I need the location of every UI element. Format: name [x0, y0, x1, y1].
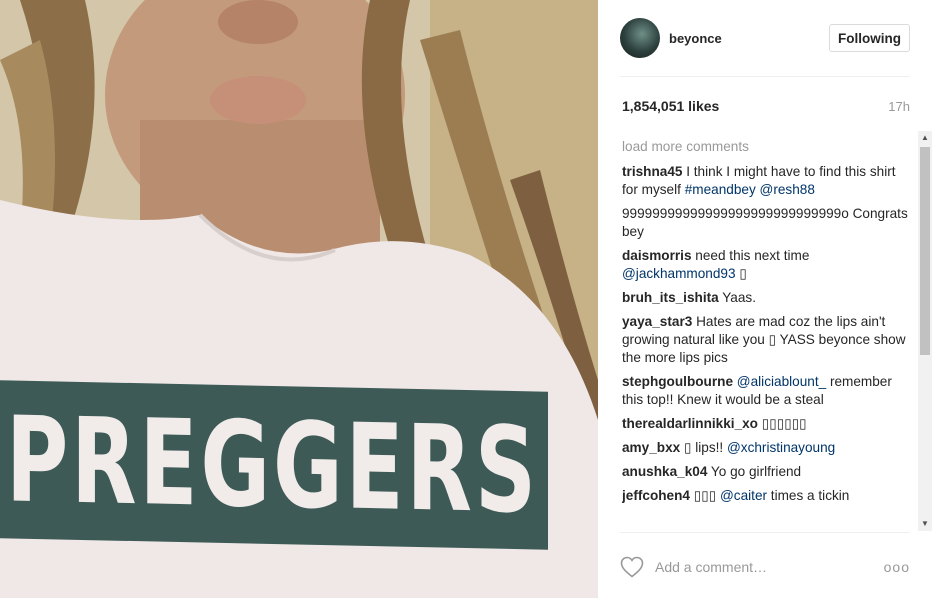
- comment-username[interactable]: bruh_its_ishita: [622, 290, 719, 305]
- comment-text: ▯▯▯▯▯▯: [758, 416, 807, 431]
- comment-text: need this next time: [691, 248, 810, 263]
- comment-username[interactable]: amy_bxx: [622, 440, 680, 455]
- comment-username[interactable]: jeffcohen4: [622, 488, 690, 503]
- comment-username[interactable]: daismorris: [622, 248, 692, 263]
- comment-text: ▯ lips!!: [680, 440, 727, 455]
- comment-item: amy_bxx ▯ lips!! @xchristinayoung: [622, 439, 908, 457]
- comment-username[interactable]: trishna45: [622, 164, 682, 179]
- comment-item: 99999999999999999999999999999o Congrats …: [622, 205, 908, 241]
- likes-count[interactable]: 1,854,051 likes: [622, 98, 719, 114]
- footer-divider: [620, 532, 910, 533]
- comments-list: load more comments trishna45 I think I m…: [622, 138, 908, 531]
- post-header: beyonce Following: [620, 16, 910, 60]
- comment-username[interactable]: therealdarlinnikki_xo: [622, 416, 758, 431]
- comment-username[interactable]: yaya_star3: [622, 314, 692, 329]
- scrollbar-thumb[interactable]: [920, 147, 930, 355]
- comment-item: jeffcohen4 ▯▯▯ @caiter times a tickin: [622, 487, 908, 505]
- comment-username[interactable]: anushka_k04: [622, 464, 707, 479]
- post-username[interactable]: beyonce: [669, 31, 829, 46]
- shirt-print-band: PREGGERS: [0, 380, 548, 550]
- comment-mention-link[interactable]: @caiter: [720, 488, 767, 503]
- comment-item: daismorris need this next time @jackhamm…: [622, 247, 908, 283]
- comment-item: anushka_k04 Yo go girlfriend: [622, 463, 908, 481]
- comment-text: Yaas.: [718, 290, 756, 305]
- load-more-comments-link[interactable]: load more comments: [622, 138, 908, 156]
- comment-mention-link[interactable]: @aliciablount_: [737, 374, 826, 389]
- comment-item: therealdarlinnikki_xo ▯▯▯▯▯▯: [622, 415, 908, 433]
- more-options-icon[interactable]: ooo: [884, 559, 910, 575]
- comment-text: ▯▯▯: [689, 488, 720, 503]
- avatar[interactable]: [620, 18, 660, 58]
- heart-outline-icon[interactable]: [620, 556, 644, 578]
- comment-mention-link[interactable]: @jackhammond93: [622, 266, 736, 281]
- scroll-down-arrow-icon[interactable]: ▼: [918, 517, 932, 531]
- comment-footer: Add a comment… ooo: [620, 548, 910, 586]
- comment-text: times a tickin: [767, 488, 850, 503]
- header-divider: [620, 76, 910, 77]
- post-sidebar: beyonce Following 1,854,051 likes 17h lo…: [598, 0, 933, 598]
- post-time: 17h: [888, 98, 910, 114]
- comment-item: stephgoulbourne @aliciablount_ remember …: [622, 373, 908, 409]
- post-photo[interactable]: PREGGERS: [0, 0, 598, 598]
- comment-mention-link[interactable]: @resh88: [760, 182, 815, 197]
- scroll-up-arrow-icon[interactable]: ▲: [918, 131, 932, 145]
- comments-scrollbar[interactable]: ▲ ▼: [918, 131, 932, 531]
- comment-text: Yo go girlfriend: [707, 464, 802, 479]
- comment-mention-link[interactable]: @xchristinayoung: [727, 440, 835, 455]
- comment-text: 99999999999999999999999999999o Congrats …: [622, 206, 908, 239]
- comment-username[interactable]: stephgoulbourne: [622, 374, 733, 389]
- comment-item: bruh_its_ishita Yaas.: [622, 289, 908, 307]
- comment-item: yaya_star3 Hates are mad coz the lips ai…: [622, 313, 908, 367]
- comment-text: ▯: [735, 266, 747, 281]
- add-comment-input[interactable]: Add a comment…: [655, 559, 884, 575]
- following-button[interactable]: Following: [829, 24, 910, 52]
- comment-item: trishna45 I think I might have to find t…: [622, 163, 908, 199]
- likes-row: 1,854,051 likes 17h: [622, 98, 910, 114]
- comment-mention-link[interactable]: #meandbey: [685, 182, 756, 197]
- shirt-print-text: PREGGERS: [6, 390, 539, 540]
